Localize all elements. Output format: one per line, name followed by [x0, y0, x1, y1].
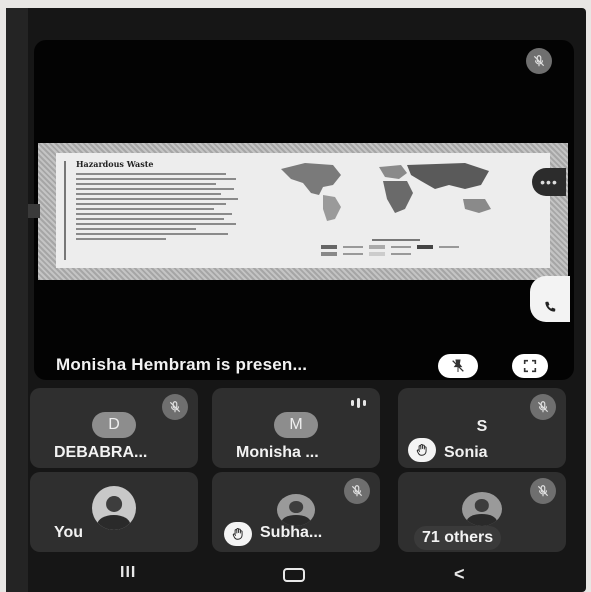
- phone-icon: [545, 301, 556, 312]
- avatar: D: [92, 412, 136, 438]
- more-options-button[interactable]: •••: [532, 168, 566, 196]
- mic-off-icon: [530, 478, 556, 504]
- shared-slide: Hazardous Waste: [38, 143, 568, 280]
- presenter-label: Monisha Hembram is presen...: [56, 355, 308, 374]
- unpin-button[interactable]: [438, 354, 478, 378]
- speaking-indicator-icon: [351, 398, 366, 408]
- slide-side-tab: [28, 204, 40, 218]
- mic-off-icon: [530, 394, 556, 420]
- slide-body-text: [76, 173, 255, 240]
- presentation-stage[interactable]: Hazardous Waste ••• Monisha Hembram is p…: [34, 40, 574, 380]
- fullscreen-icon: [523, 359, 537, 373]
- world-map: [261, 153, 550, 268]
- avatar: [92, 486, 136, 530]
- participant-tile[interactable]: D DEBABRA...: [30, 388, 198, 468]
- unpin-icon: [452, 359, 464, 372]
- map-legend: [321, 239, 471, 259]
- slide-content: Hazardous Waste: [56, 153, 550, 268]
- mic-off-icon: [344, 478, 370, 504]
- raised-hand-icon: [408, 438, 436, 462]
- participant-tile[interactable]: You: [30, 472, 198, 552]
- participant-tile[interactable]: M Monisha ...: [212, 388, 380, 468]
- avatar: [277, 494, 315, 526]
- participant-name: Monisha ...: [236, 444, 319, 461]
- raised-hand-icon: [224, 522, 252, 546]
- participant-name: Subha...: [260, 524, 323, 541]
- participant-tile[interactable]: S Sonia: [398, 388, 566, 468]
- participant-name: DEBABRA...: [54, 444, 148, 461]
- back-button[interactable]: <: [454, 564, 465, 585]
- home-button[interactable]: [283, 568, 305, 582]
- call-pill[interactable]: [530, 276, 570, 322]
- participant-name: Sonia: [444, 444, 488, 461]
- slide-heading: Hazardous Waste: [76, 159, 154, 169]
- avatar: M: [274, 412, 318, 438]
- mic-off-icon: [526, 48, 552, 74]
- avatar: S: [476, 418, 488, 435]
- avatar: [462, 492, 502, 526]
- participant-tile[interactable]: Subha...: [212, 472, 380, 552]
- participant-name: You: [54, 524, 84, 541]
- slide-text-column: Hazardous Waste: [56, 153, 261, 268]
- recents-button[interactable]: III: [120, 564, 136, 582]
- participant-tile[interactable]: 71 others: [398, 472, 566, 552]
- screen-edge: [6, 8, 28, 592]
- others-count-badge: 71 others: [414, 526, 502, 550]
- navigation-bar: III <: [6, 560, 586, 592]
- fullscreen-button[interactable]: [512, 354, 548, 378]
- mic-off-icon: [162, 394, 188, 420]
